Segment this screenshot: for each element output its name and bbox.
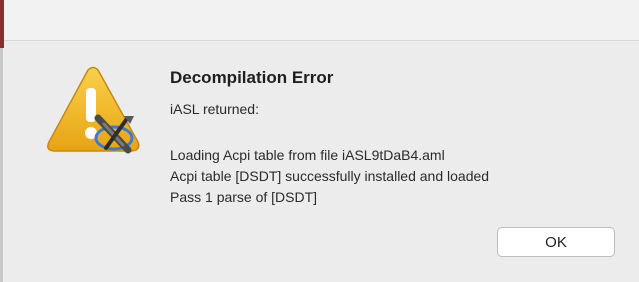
alert-dialog: Decompilation Error iASL returned: Loadi…: [0, 0, 639, 282]
dialog-titlebar: [4, 0, 639, 41]
log-line: Loading Acpi table from file iASL9tDaB4.…: [170, 147, 445, 163]
ok-button[interactable]: OK: [497, 227, 615, 257]
dialog-subtitle: iASL returned:: [170, 101, 259, 117]
log-line: Pass 1 parse of [DSDT]: [170, 189, 318, 205]
log-line: Acpi table [DSDT] successfully installed…: [170, 168, 490, 184]
error-log: Loading Acpi table from file iASL9tDaB4.…: [170, 145, 489, 208]
warning-icon: [46, 66, 144, 156]
dialog-title: Decompilation Error: [170, 68, 334, 87]
